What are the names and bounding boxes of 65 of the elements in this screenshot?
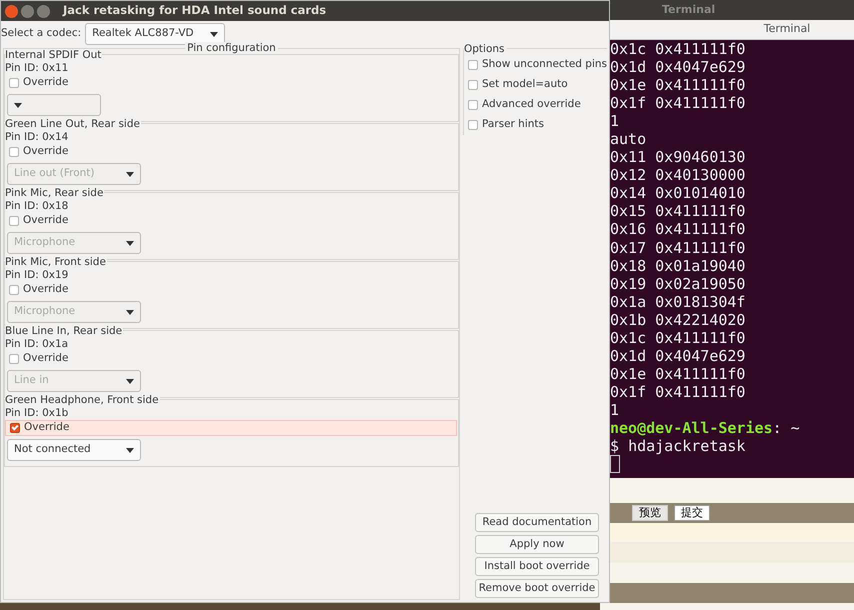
override-checkbox[interactable]: Override	[5, 144, 68, 160]
pin-id: Pin ID: 0x11	[5, 61, 70, 75]
terminal-line: 0x1b 0x42214020	[610, 310, 746, 329]
prompt-separator: :	[772, 418, 782, 437]
pin-name: Blue Line In, Rear side	[5, 325, 124, 337]
override-checkbox[interactable]: Override	[5, 351, 68, 367]
pin-type-dropdown[interactable]: Not connected	[7, 439, 141, 461]
option-checkbox[interactable]: Advanced override	[464, 95, 581, 115]
option-checkbox[interactable]: Parser hints	[464, 115, 544, 135]
terminal-line: 0x19 0x02a19050	[610, 274, 746, 293]
window-title: Jack retasking for HDA Intel sound cards	[63, 2, 326, 20]
action-button[interactable]: Read documentation	[475, 513, 599, 532]
terminal-line: 0x16 0x411111f0	[610, 220, 746, 239]
terminal-line: 1	[610, 400, 620, 419]
terminal-line: 0x1f 0x411111f0	[610, 94, 746, 112]
codec-label: Select a codec:	[1, 26, 82, 42]
terminal-line: 0x17 0x411111f0	[610, 238, 746, 257]
window-title: Terminal	[662, 2, 716, 18]
pin-id: Pin ID: 0x14	[5, 130, 70, 144]
terminal-line: auto	[610, 130, 646, 148]
terminal-line: 0x18 0x01a19040	[610, 256, 746, 275]
minimize-button[interactable]	[21, 4, 34, 18]
action-button[interactable]: Install boot override	[475, 557, 599, 576]
pin-id: Pin ID: 0x19	[5, 268, 70, 282]
action-button[interactable]: Remove boot override	[475, 579, 599, 598]
prompt-user: neo@dev-All-Series	[610, 418, 773, 437]
pin-id: Pin ID: 0x18	[5, 199, 70, 213]
override-checkbox[interactable]: Override	[5, 213, 68, 229]
terminal-line: 0x11 0x90460130	[610, 148, 746, 166]
cursor-icon	[610, 455, 620, 474]
prompt-symbol: $	[610, 437, 620, 456]
pin-id: Pin ID: 0x1a	[5, 337, 70, 351]
override-checkbox[interactable]: Override	[5, 75, 68, 91]
terminal-line: 0x14 0x01014010	[610, 184, 746, 202]
terminal-line: 0x1d 0x4047e629	[610, 346, 746, 365]
pin-name: Green Line Out, Rear side	[5, 118, 141, 130]
terminal-line: 0x1c 0x411111f0	[610, 328, 746, 347]
terminal-line: 0x1e 0x411111f0	[610, 364, 746, 383]
pin-name: Internal SPDIF Out	[5, 49, 102, 61]
web-button[interactable]: 预览	[632, 505, 668, 521]
option-checkbox[interactable]: Set model=auto	[464, 75, 568, 95]
terminal-line: 0x15 0x411111f0	[610, 202, 746, 220]
terminal-line: 0x12 0x40130000	[610, 166, 746, 184]
pin-id: Pin ID: 0x1b	[5, 406, 70, 420]
pin-name: Green Headphone, Front side	[5, 394, 160, 406]
command-text: hdajackretask	[628, 437, 746, 456]
terminal-line: 0x1c 0x411111f0	[610, 40, 746, 58]
terminal-line: 0x1d 0x4047e629	[610, 58, 746, 76]
frame-title: Pin configuration	[185, 42, 278, 54]
terminal-line: 1	[610, 112, 620, 130]
prompt-path: ~	[790, 418, 800, 437]
terminal-line: 0x1f 0x411111f0	[610, 382, 746, 401]
override-checkbox[interactable]: Override	[5, 282, 68, 298]
close-button[interactable]	[5, 4, 18, 18]
pin-name: Pink Mic, Rear side	[5, 187, 104, 199]
terminal-line: 0x1e 0x411111f0	[610, 76, 746, 94]
override-checkbox[interactable]: Override	[5, 420, 457, 436]
tab-title: Terminal	[764, 21, 810, 38]
option-checkbox[interactable]: Show unconnected pins	[464, 55, 607, 75]
pin-name: Pink Mic, Front side	[5, 256, 107, 268]
frame-title: Options	[464, 43, 506, 55]
maximize-button[interactable]	[37, 4, 50, 18]
action-button[interactable]: Apply now	[475, 535, 599, 554]
terminal-line: 0x1a 0x0181304f	[610, 292, 746, 311]
web-button[interactable]: 提交	[674, 505, 710, 521]
